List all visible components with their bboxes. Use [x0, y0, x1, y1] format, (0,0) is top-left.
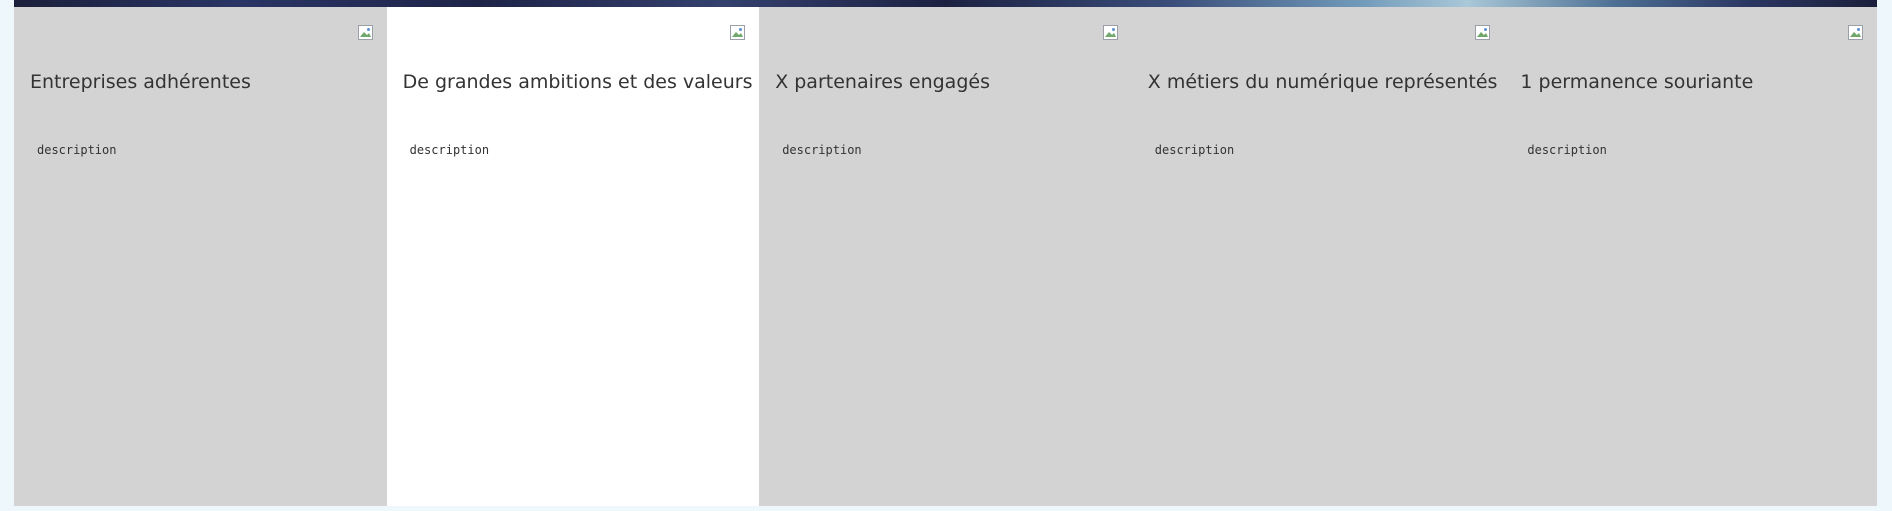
- card-title: X partenaires engagés: [775, 71, 990, 93]
- card-description: description: [37, 143, 117, 157]
- card-title: 1 permanence souriante: [1520, 71, 1754, 93]
- broken-image-icon: [1847, 25, 1863, 40]
- card-title: X métiers du numérique représentés: [1147, 71, 1498, 93]
- page: Entreprises adhérentes description De gr…: [0, 0, 1892, 511]
- card-description: description: [1154, 143, 1235, 157]
- broken-image-icon: [357, 25, 373, 40]
- feature-card[interactable]: X partenaires engagés description: [759, 7, 1132, 506]
- feature-card[interactable]: 1 permanence souriante description: [1504, 7, 1877, 506]
- header-banner-image: [14, 0, 1877, 7]
- feature-card[interactable]: Entreprises adhérentes description: [14, 7, 387, 506]
- card-description: description: [782, 143, 862, 157]
- card-title: Entreprises adhérentes: [30, 71, 251, 93]
- broken-image-icon: [730, 25, 746, 40]
- broken-image-icon: [1475, 25, 1491, 40]
- feature-cards: Entreprises adhérentes description De gr…: [14, 7, 1877, 506]
- card-description: description: [409, 143, 490, 157]
- broken-image-icon: [1102, 25, 1118, 40]
- feature-card[interactable]: De grandes ambitions et des valeurs desc…: [386, 7, 760, 506]
- card-title: De grandes ambitions et des valeurs: [402, 71, 753, 93]
- card-description: description: [1527, 143, 1607, 157]
- feature-card[interactable]: X métiers du numérique représentés descr…: [1131, 7, 1505, 506]
